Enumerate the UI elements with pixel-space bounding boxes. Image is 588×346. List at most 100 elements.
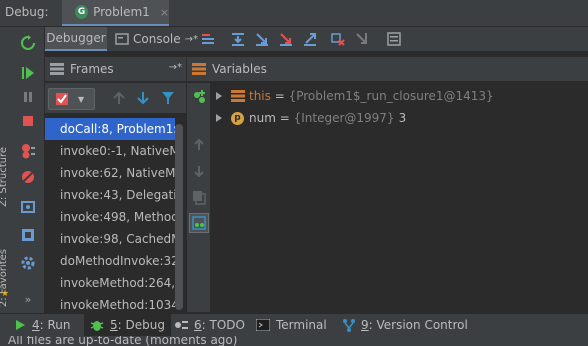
duplicate-watch-icon[interactable] [191,189,207,208]
expand-arrow-icon[interactable] [216,92,222,100]
variable-value: 3 [398,111,407,125]
variable-eq: = [275,111,294,125]
frames-icon [50,63,64,75]
frames-list[interactable]: doCall:8, Problem1$_r invoke0:-1, Native… [45,116,186,312]
tab-console[interactable]: Console →* [111,27,198,51]
frames-toolbar: ▼ [45,83,186,113]
frame-item[interactable]: invoke:43, DelegatingM [45,184,175,206]
frame-item[interactable]: doCall:8, Problem1$_r [45,118,175,140]
terminal-tool-button[interactable]: Terminal [256,314,327,336]
parameter-icon: p [231,111,244,125]
frames-scrollbar[interactable] [175,124,183,310]
vc-label: : Version Control [368,318,468,332]
evaluate-expression-icon[interactable] [385,30,403,48]
run-label: : Run [39,318,71,332]
terminal-label: Terminal [276,318,327,332]
move-watch-up-icon[interactable] [193,138,205,154]
structure-tool-button[interactable]: Z: Structure [0,147,9,207]
move-watch-down-icon[interactable] [193,165,205,180]
more-actions-icon[interactable]: » [20,291,36,307]
star-icon: ★ [1,289,10,299]
tab-debugger-label: Debugger [46,31,106,45]
todo-shortcut: 6 [194,318,202,332]
run-shortcut: 4 [32,318,40,332]
expand-arrow-icon[interactable] [216,114,222,122]
frame-item[interactable]: invoke:98, CachedMet [45,228,175,250]
version-control-icon [343,319,355,332]
variable-row-num[interactable]: p num = {Integer@1997} 3 [210,107,406,129]
tool-windows-bar: 4: Run 5: Debug 6: TODO Terminal 9: Vers… [0,313,588,336]
todo-tool-button[interactable]: 6: TODO [174,314,245,336]
frame-item[interactable]: invoke0:-1, NativeMeth [45,140,175,162]
variable-eq: = [270,89,289,103]
debugger-tabs-toolbar: Debugger Console →* [45,27,588,52]
frame-item[interactable]: invoke:498, Method (ja [45,206,175,228]
debug-tool-window-header: Debug: G Problem1 × [0,0,588,27]
variable-name: this [249,89,271,103]
status-bar: All files are up-to-date (moments ago) [0,336,588,346]
vc-shortcut: 9 [361,318,369,332]
step-over-icon[interactable] [229,30,247,48]
frame-item[interactable]: invokeMethod:1034, M [45,294,175,312]
close-tab-icon[interactable]: × [160,6,169,19]
new-watch-icon[interactable] [191,89,207,108]
debug-label-bottom: : Debug [117,318,165,332]
run-tool-button[interactable]: 4: Run [14,314,71,336]
thread-icon [56,93,68,105]
force-step-into-icon[interactable] [277,30,295,48]
pin-frames-icon[interactable]: →* [169,62,182,73]
restore-layout-icon[interactable] [20,227,36,243]
step-into-icon[interactable] [253,30,271,48]
variable-row-this[interactable]: this = {Problem1$_run_closure1@1413} [210,85,494,107]
run-to-cursor-icon[interactable] [353,30,371,48]
frame-item[interactable]: invoke:62, NativeMeth [45,162,175,184]
version-control-tool-button[interactable]: 9: Version Control [342,314,468,336]
view-breakpoints-icon[interactable] [20,143,36,159]
todo-icon [175,321,188,329]
run-config-name: Problem1 [93,5,150,19]
variables-panel-header: Variables [187,57,588,82]
variables-icon [192,63,206,75]
debug-tool-button[interactable]: 5: Debug [84,314,171,336]
debug-label: Debug: [5,5,49,19]
run-config-tab[interactable]: G Problem1 × [62,0,169,26]
debug-shortcut: 5 [110,318,118,332]
frames-panel-header: Frames →* [45,57,186,82]
settings-icon[interactable] [20,255,36,271]
tab-debugger[interactable]: Debugger [45,27,107,51]
rerun-icon[interactable] [20,35,36,51]
pause-icon[interactable] [20,89,36,105]
stop-icon[interactable] [20,113,36,129]
chevron-down-icon: ▼ [78,94,85,104]
show-execution-point-icon[interactable] [199,30,217,48]
pin-console-icon[interactable]: →* [185,34,198,45]
frame-item[interactable]: doMethodInvoke:325, [45,250,175,272]
debug-actions-toolbar: » [12,27,45,313]
variables-tree: this = {Problem1$_run_closure1@1413} p n… [210,83,588,312]
variable-type: {Problem1$_run_closure1@1413} [288,89,494,103]
frames-title: Frames [70,62,114,76]
show-watches-toggle-icon[interactable] [189,213,209,233]
step-out-icon[interactable] [301,30,319,48]
thread-selector-dropdown[interactable]: ▼ [48,88,95,110]
get-thread-dump-icon[interactable] [20,199,36,215]
status-text: All files are up-to-date (moments ago) [8,336,238,346]
resume-icon[interactable] [20,65,36,81]
variables-title: Variables [212,62,267,76]
filter-icon[interactable] [161,91,175,108]
previous-frame-icon[interactable] [112,91,126,108]
run-icon [16,320,25,330]
frame-item[interactable]: invokeMethod:264, Clo [45,272,175,294]
tab-console-label: Console [133,32,181,46]
terminal-icon [256,319,270,331]
bug-icon [90,321,104,331]
variables-toolbar [186,83,211,312]
drop-frame-icon[interactable] [329,30,347,48]
next-frame-icon[interactable] [136,91,150,108]
field-icon [231,90,245,102]
variable-name: num [249,111,276,125]
console-icon [115,33,129,45]
mute-breakpoints-icon[interactable] [20,169,36,185]
variable-type: {Integer@1997} [293,111,395,125]
todo-label: : TODO [201,318,245,332]
